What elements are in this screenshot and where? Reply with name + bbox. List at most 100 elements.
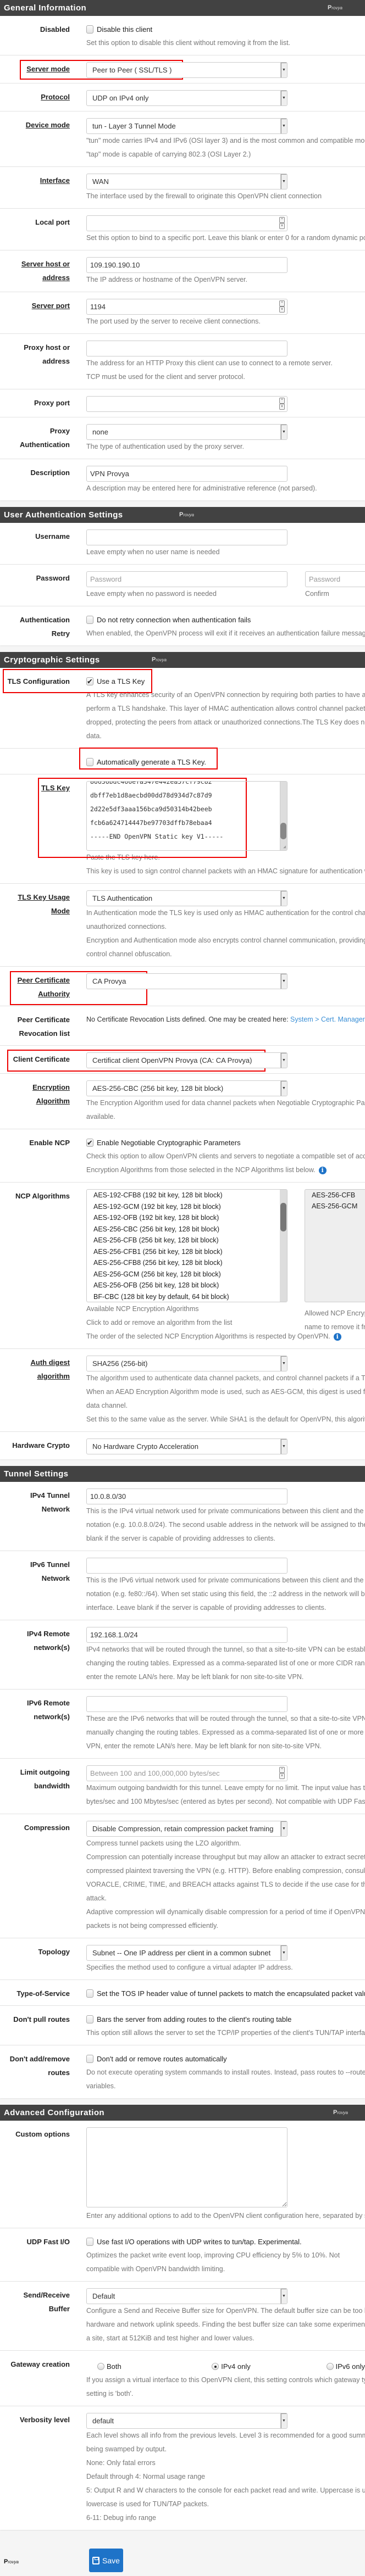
spinner[interactable]: ^ v — [279, 300, 285, 313]
available-ncp-list[interactable]: AES-192-CFB8 (192 bit key, 128 bit block… — [86, 1189, 287, 1302]
custom-options-textarea[interactable] — [86, 2127, 287, 2207]
panel-heading: Advanced Configuration Provya — [0, 2105, 365, 2121]
proxy-auth-row: Proxy Authentication none ▼ The type of au… — [0, 417, 365, 459]
server-host-input[interactable] — [86, 257, 287, 273]
client-cert-select[interactable]: Certificat client OpenVPN Provya (CA: CA… — [86, 1052, 287, 1068]
field-label: Don't pull routes — [13, 2015, 70, 2023]
proxy-host-input[interactable] — [86, 341, 287, 356]
ncp-available-option[interactable]: AES-192-CFB8 (192 bit key, 128 bit block… — [93, 1190, 287, 1201]
scrollbar[interactable] — [280, 1190, 287, 1302]
compression-select[interactable]: Disable Compression, retain compression … — [86, 1821, 287, 1837]
auth-digest-select[interactable]: SHA256 (256-bit) ▼ — [86, 1356, 287, 1371]
gateway-ipv4-radio[interactable]: IPv4 only — [212, 2360, 326, 2373]
checkbox-icon[interactable] — [86, 2238, 93, 2246]
device-mode-select[interactable]: tun - Layer 3 Tunnel Mode ▼ — [86, 118, 287, 134]
description-input[interactable] — [86, 466, 287, 482]
ncp-allowed-option[interactable]: AES-256-GCM — [312, 1201, 365, 1212]
enable-ncp-checkbox[interactable]: ✔ Enable Negotiable Cryptographic Paramet… — [86, 1136, 241, 1150]
protocol-select[interactable]: UDP on IPv4 only ▼ — [86, 90, 287, 106]
section-title: Tunnel Settings — [4, 1469, 69, 1479]
disable-client-checkbox[interactable]: Disable this client — [86, 23, 152, 36]
dont-pull-routes-checkbox[interactable]: Bars the server from adding routes to th… — [86, 2012, 291, 2026]
cert-manager-link[interactable]: System > Cert. Manager — [290, 1016, 365, 1023]
spinner[interactable]: ^ v — [279, 398, 285, 410]
tls-key-line: 2d22e5df3aaa156bca9d50314b42beeb — [90, 805, 212, 813]
checkbox-icon[interactable] — [86, 25, 93, 34]
ncp-available-option[interactable]: BF-CBC (128 bit key by default, 64 bit b… — [93, 1291, 287, 1302]
tls-usage-select[interactable]: TLS Authentication ▼ — [86, 890, 287, 906]
radio-selected-icon[interactable] — [212, 2363, 219, 2370]
radio-icon[interactable] — [97, 2363, 104, 2370]
crl-text: No Certificate Revocation Lists defined.… — [86, 1016, 365, 1023]
buffer-select[interactable]: Default ▼ — [86, 2288, 287, 2304]
help-text: When enabled, the OpenVPN process will e… — [86, 629, 365, 637]
spinner[interactable]: ^ v — [279, 217, 285, 229]
gateway-ipv6-radio[interactable]: IPv6 only — [326, 2360, 365, 2373]
ncp-available-option[interactable]: AES-192-OFB (192 bit key, 128 bit block) — [93, 1212, 287, 1224]
server-mode-select[interactable]: Peer to Peer ( SSL/TLS ) ▼ — [86, 62, 287, 78]
field-label: Proxy Authentication — [20, 427, 70, 449]
proxy-auth-select[interactable]: none ▼ — [86, 424, 287, 440]
password-row: Password Leave empty when no password is… — [0, 565, 365, 606]
server-port-input[interactable] — [86, 299, 287, 315]
check-icon[interactable]: ✔ — [86, 1139, 93, 1147]
ncp-available-option[interactable]: AES-256-OFB (256 bit key, 128 bit block) — [93, 1280, 287, 1291]
chevron-down-icon: ▼ — [280, 1945, 287, 1960]
verbosity-row: Verbosity level default ▼ Each level show… — [0, 2406, 365, 2530]
password-input[interactable] — [86, 571, 287, 587]
gateway-both-radio[interactable]: Both — [97, 2360, 212, 2373]
ncp-available-option[interactable]: AES-256-CBC (256 bit key, 128 bit block) — [93, 1224, 287, 1235]
ipv6-remote-input[interactable] — [86, 1696, 287, 1712]
ncp-available-option[interactable]: AES-256-CFB (256 bit key, 128 bit block) — [93, 1235, 287, 1246]
proxy-port-input[interactable] — [86, 396, 287, 412]
peer-ca-select[interactable]: CA Provya ▼ — [86, 973, 287, 989]
ipv6-tunnel-input[interactable] — [86, 1558, 287, 1574]
tls-key-textarea[interactable]: 86636bdc466efa347e442ea57cf79c82 dbff7eb1… — [86, 781, 287, 851]
check-icon[interactable]: ✔ — [86, 677, 93, 685]
ipv4-tunnel-input[interactable] — [86, 1488, 287, 1504]
auth-retry-checkbox[interactable]: Do not retry connection when authenticat… — [86, 613, 251, 627]
dont-add-routes-checkbox[interactable]: Don't add or remove routes automatically — [86, 2052, 227, 2066]
tls-key-line: dbff7eb1d8aecbd00dd78d934d7c87d9 — [90, 791, 212, 799]
use-tls-key-checkbox[interactable]: ✔ Use a TLS Key — [86, 674, 145, 688]
ipv4-remote-input[interactable] — [86, 1627, 287, 1643]
scrollbar[interactable] — [280, 782, 287, 850]
field-label: Verbosity level — [19, 2416, 70, 2424]
verbosity-select[interactable]: default ▼ — [86, 2413, 287, 2429]
checkbox-icon[interactable] — [86, 2055, 93, 2063]
username-input[interactable] — [86, 529, 287, 545]
interface-select[interactable]: WAN ▼ — [86, 174, 287, 189]
ncp-available-option[interactable]: AES-256-CFB8 (256 bit key, 128 bit block… — [93, 1257, 287, 1269]
checkbox-icon[interactable] — [86, 616, 93, 624]
udp-fast-io-checkbox[interactable]: Use fast I/O operations with UDP writes … — [86, 2235, 302, 2249]
hw-crypto-select[interactable]: No Hardware Crypto Acceleration ▼ — [86, 1438, 287, 1454]
encryption-algorithm-select[interactable]: AES-256-CBC (256 bit key, 128 bit block)… — [86, 1080, 287, 1096]
allowed-ncp-list[interactable]: AES-256-CFB AES-256-GCM — [305, 1189, 365, 1302]
help-text: When an AEAD Encryption Algorithm mode i… — [86, 1388, 365, 1396]
password-confirm-input[interactable] — [305, 571, 365, 587]
ipv6-tunnel-row: IPv6 Tunnel Network This is the IPv6 virt… — [0, 1551, 365, 1620]
brand-logo: Provya — [328, 4, 342, 11]
save-button[interactable]: Save — [89, 2549, 123, 2572]
tos-checkbox[interactable]: Set the TOS IP header value of tunnel pa… — [86, 1987, 365, 2000]
ncp-available-option[interactable]: AES-256-CFB1 (256 bit key, 128 bit block… — [93, 1246, 287, 1258]
auto-generate-tls-checkbox[interactable]: Automatically generate a TLS Key. — [86, 755, 206, 769]
hw-crypto-row: Hardware Crypto No Hardware Crypto Accel… — [0, 1432, 365, 1459]
local-port-input[interactable] — [86, 215, 287, 231]
checkbox-icon[interactable] — [86, 1989, 93, 1998]
topology-select[interactable]: Subnet -- One IP address per client in a… — [86, 1945, 287, 1961]
help-text: interface. Leave blank if the server is … — [86, 1604, 327, 1612]
checkbox-icon[interactable] — [86, 758, 93, 766]
radio-icon[interactable] — [326, 2363, 334, 2370]
ncp-allowed-option[interactable]: AES-256-CFB — [312, 1190, 365, 1201]
checkbox-icon[interactable] — [86, 2015, 93, 2023]
auto-tls-row: Automatically generate a TLS Key. — [0, 748, 365, 774]
limit-bandwidth-input[interactable] — [86, 1765, 287, 1781]
ncp-available-option[interactable]: AES-256-GCM (256 bit key, 128 bit block) — [93, 1269, 287, 1280]
help-text: The type of authentication used by the p… — [86, 443, 244, 450]
ncp-available-option[interactable]: AES-192-GCM (192 bit key, 128 bit block) — [93, 1201, 287, 1213]
spinner[interactable]: ^ v — [279, 1767, 285, 1779]
ipv6-remote-row: IPv6 Remote network(s) These are the IPv6… — [0, 1690, 365, 1759]
info-icon[interactable]: i — [318, 1166, 327, 1174]
resize-grip-icon[interactable]: ◢ — [283, 844, 286, 849]
